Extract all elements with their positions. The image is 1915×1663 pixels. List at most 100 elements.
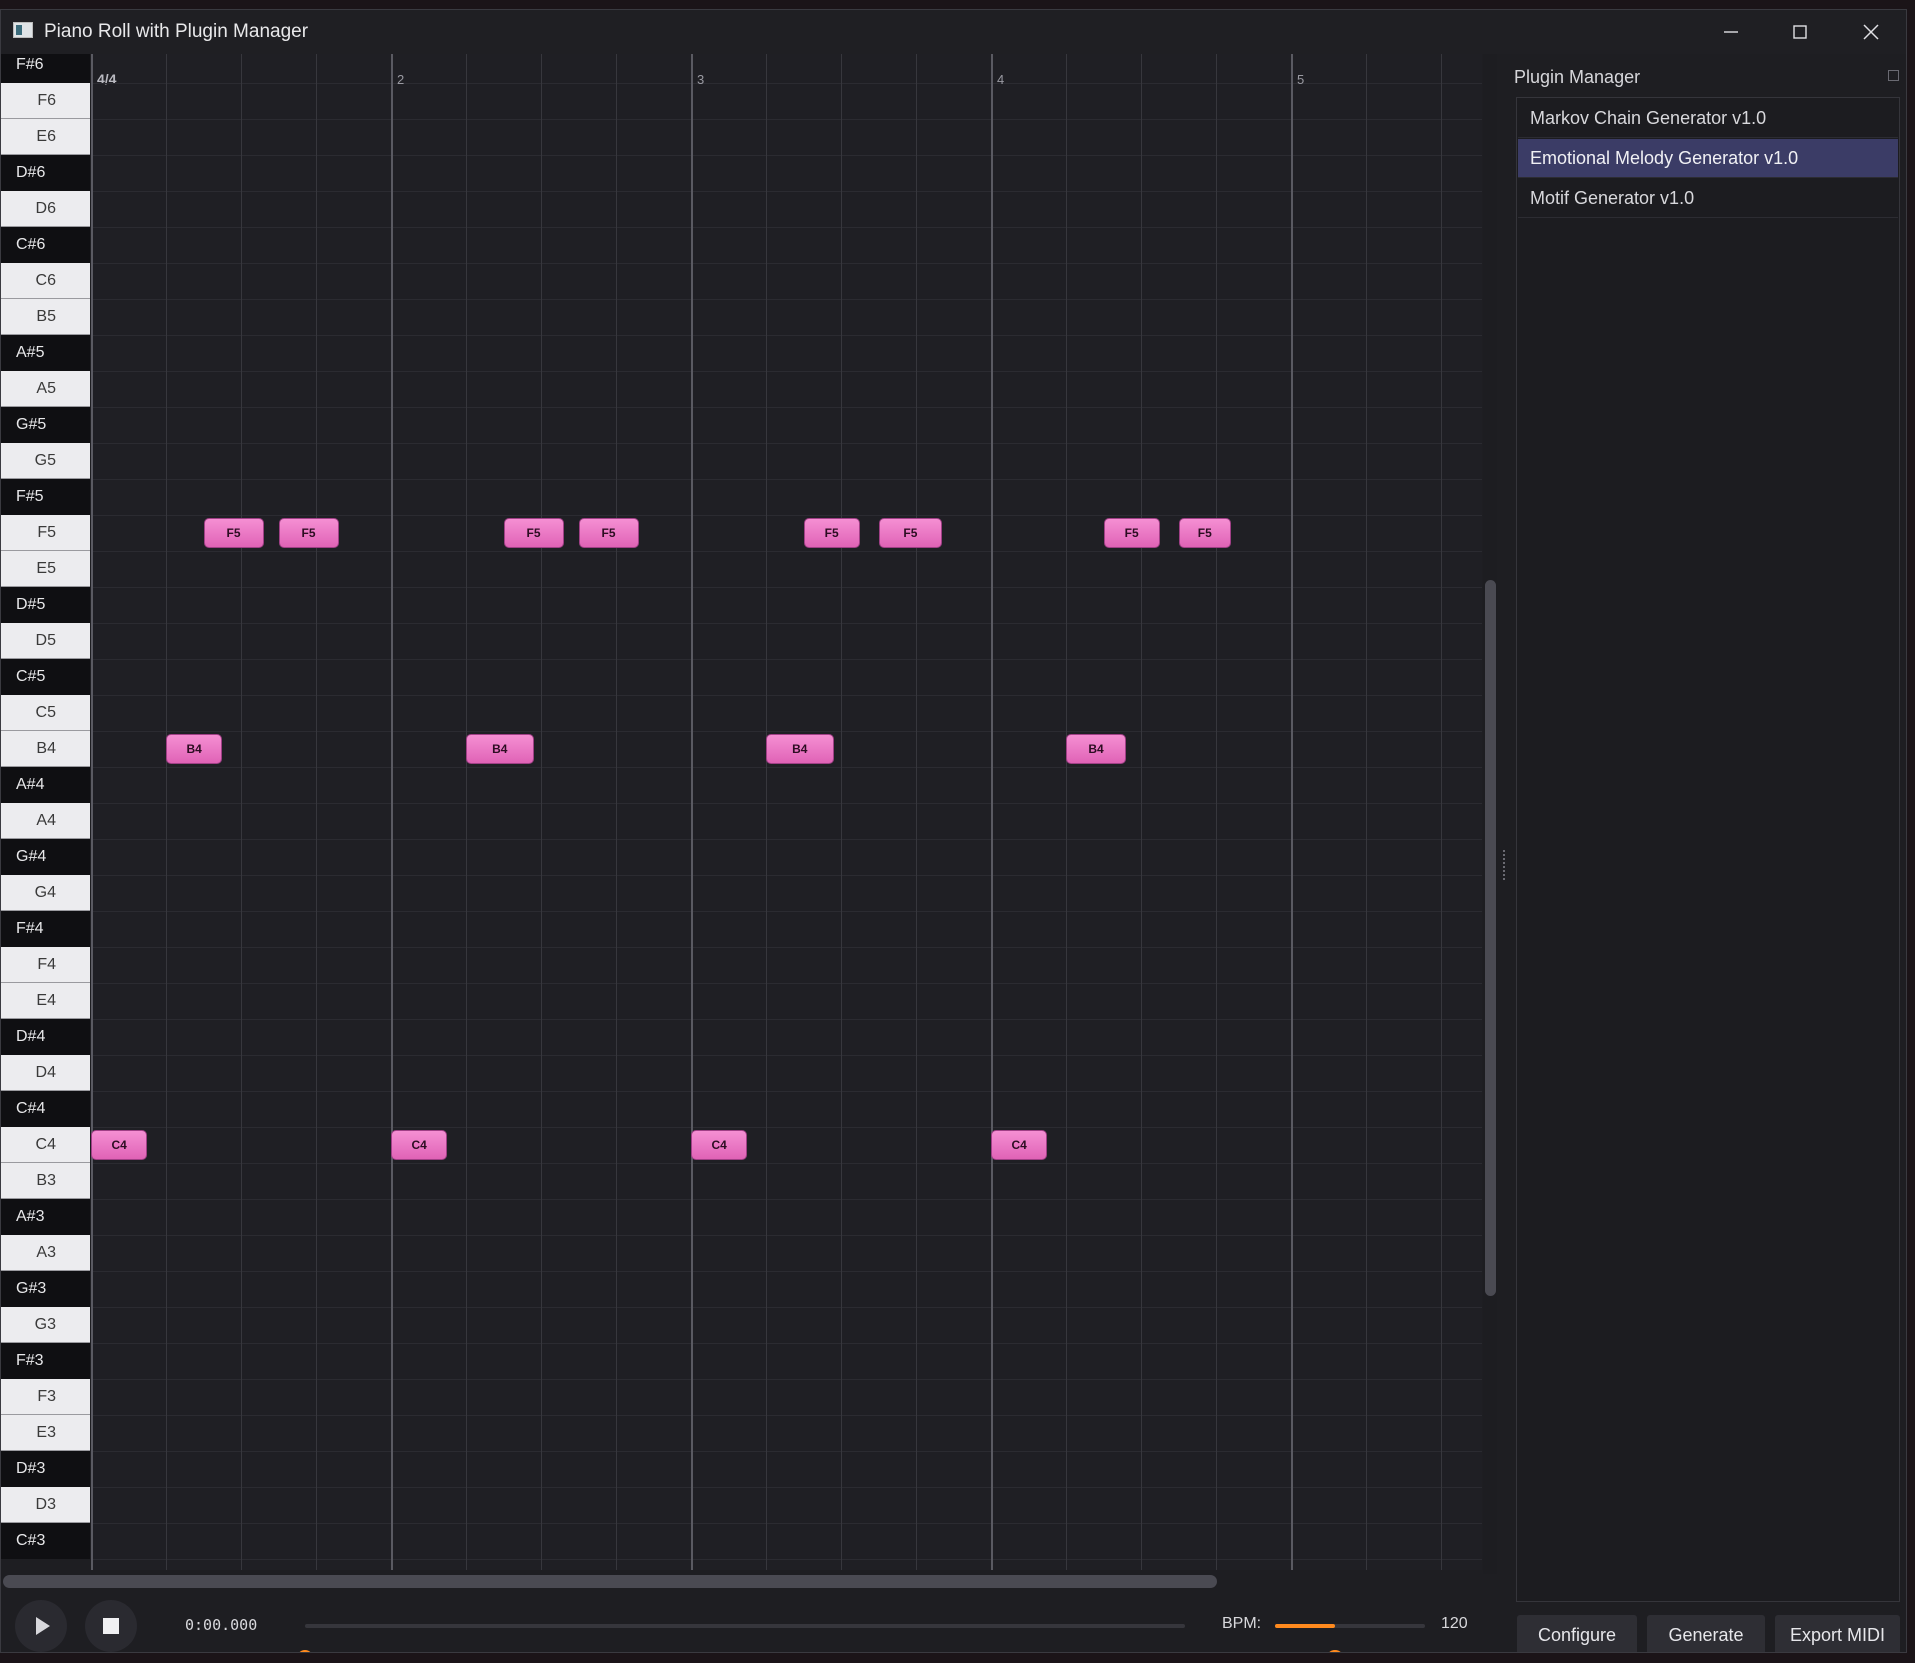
piano-key-csharp5[interactable]: C#5 <box>1 659 90 695</box>
piano-key-e4[interactable]: E4 <box>1 983 90 1019</box>
position-slider[interactable] <box>297 1624 1185 1652</box>
piano-key-a3[interactable]: A3 <box>1 1235 90 1271</box>
midi-note[interactable]: F5 <box>878 518 943 548</box>
piano-key-gsharp5[interactable]: G#5 <box>1 407 90 443</box>
bpm-value: 120 <box>1441 1615 1468 1632</box>
piano-key-g4[interactable]: G4 <box>1 875 90 911</box>
piano-key-a5[interactable]: A5 <box>1 371 90 407</box>
position-slider-handle[interactable] <box>297 1650 313 1652</box>
configure-button[interactable]: Configure <box>1517 1615 1637 1652</box>
piano-key-c5[interactable]: C5 <box>1 695 90 731</box>
piano-key-g5[interactable]: G5 <box>1 443 90 479</box>
midi-note[interactable]: C4 <box>391 1130 448 1160</box>
time-display: 0:00.000 <box>185 1616 258 1634</box>
bpm-slider-handle[interactable] <box>1326 1650 1344 1652</box>
midi-note[interactable]: C4 <box>691 1130 748 1160</box>
midi-note[interactable]: B4 <box>166 734 223 764</box>
piano-key-gsharp3[interactable]: G#3 <box>1 1271 90 1307</box>
piano-key-fsharp5[interactable]: F#5 <box>1 479 90 515</box>
grid-row-line <box>91 1235 1482 1236</box>
piano-key-asharp5[interactable]: A#5 <box>1 335 90 371</box>
piano-key-dsharp3[interactable]: D#3 <box>1 1451 90 1487</box>
piano-key-d6[interactable]: D6 <box>1 191 90 227</box>
piano-key-f5[interactable]: F5 <box>1 515 90 551</box>
plugin-list-item[interactable]: Emotional Melody Generator v1.0 <box>1518 139 1898 178</box>
close-button[interactable] <box>1841 10 1901 54</box>
midi-note[interactable]: F5 <box>803 518 860 548</box>
piano-key-e5[interactable]: E5 <box>1 551 90 587</box>
bpm-slider[interactable] <box>1275 1624 1425 1652</box>
bar-number: 3 <box>697 72 705 87</box>
piano-key-fsharp4[interactable]: F#4 <box>1 911 90 947</box>
plugin-list-item[interactable]: Motif Generator v1.0 <box>1518 179 1898 218</box>
midi-note[interactable]: C4 <box>91 1130 148 1160</box>
plugin-list-item[interactable]: Markov Chain Generator v1.0 <box>1518 99 1898 138</box>
stop-button[interactable] <box>85 1600 137 1652</box>
grid-row-line <box>91 443 1482 444</box>
midi-note[interactable]: F5 <box>203 518 264 548</box>
horizontal-scrollbar-thumb[interactable] <box>3 1575 1217 1588</box>
midi-note[interactable]: B4 <box>466 734 534 764</box>
piano-key-csharp6[interactable]: C#6 <box>1 227 90 263</box>
bar-line <box>691 54 693 1570</box>
piano-key-dsharp4[interactable]: D#4 <box>1 1019 90 1055</box>
piano-key-csharp3[interactable]: C#3 <box>1 1523 90 1559</box>
piano-key-fsharp6[interactable]: F#6 <box>1 54 90 83</box>
beat-line <box>1441 54 1442 1570</box>
piano-key-e6[interactable]: E6 <box>1 119 90 155</box>
bar-number: 5 <box>1297 72 1305 87</box>
piano-key-e3[interactable]: E3 <box>1 1415 90 1451</box>
piano-key-b5[interactable]: B5 <box>1 299 90 335</box>
app-icon <box>13 22 33 38</box>
bpm-slider-fill <box>1275 1624 1335 1628</box>
piano-key-a4[interactable]: A4 <box>1 803 90 839</box>
piano-key-dsharp5[interactable]: D#5 <box>1 587 90 623</box>
piano-key-f6[interactable]: F6 <box>1 83 90 119</box>
midi-note[interactable]: C4 <box>991 1130 1048 1160</box>
midi-note[interactable]: F5 <box>503 518 564 548</box>
grid-row-line <box>91 695 1482 696</box>
vertical-scrollbar-thumb[interactable] <box>1485 580 1496 1296</box>
maximize-button[interactable] <box>1770 10 1830 54</box>
piano-key-asharp3[interactable]: A#3 <box>1 1199 90 1235</box>
grid-row-line <box>91 659 1482 660</box>
piano-key-gsharp4[interactable]: G#4 <box>1 839 90 875</box>
play-button[interactable] <box>15 1600 67 1652</box>
grid-row-line <box>91 155 1482 156</box>
midi-note[interactable]: B4 <box>1066 734 1126 764</box>
piano-roll-grid[interactable]: 4/4 2 3 4 5 C4 B4 F5 F5 C4 B4 F5 F5 C4 B4 F5 F5 C4 B4 F5 F5 <box>91 54 1482 1570</box>
midi-note[interactable]: F5 <box>578 518 639 548</box>
export-midi-button[interactable]: Export MIDI <box>1775 1615 1900 1652</box>
midi-note[interactable]: B4 <box>766 734 834 764</box>
beat-line <box>1216 54 1217 1570</box>
beat-line <box>466 54 467 1570</box>
piano-key-b3[interactable]: B3 <box>1 1163 90 1199</box>
piano-key-d3[interactable]: D3 <box>1 1487 90 1523</box>
close-icon <box>1863 24 1879 40</box>
piano-keyboard: F#6 F6 E6 D#6 D6 C#6 C6 B5 A#5 A5 G#5 G5 F#5 F5 E5 D#5 D… <box>1 54 90 1570</box>
grid-row-line <box>91 83 1482 84</box>
bar-line <box>91 54 93 1570</box>
piano-key-f4[interactable]: F4 <box>1 947 90 983</box>
piano-key-c4[interactable]: C4 <box>1 1127 90 1163</box>
midi-note[interactable]: F5 <box>1103 518 1160 548</box>
generate-button[interactable]: Generate <box>1647 1615 1765 1652</box>
piano-key-c6[interactable]: C6 <box>1 263 90 299</box>
plugin-list: Markov Chain Generator v1.0 Emotional Mel… <box>1516 97 1900 1602</box>
piano-key-asharp4[interactable]: A#4 <box>1 767 90 803</box>
piano-key-dsharp6[interactable]: D#6 <box>1 155 90 191</box>
midi-note[interactable]: F5 <box>1178 518 1231 548</box>
piano-key-d4[interactable]: D4 <box>1 1055 90 1091</box>
float-panel-icon[interactable] <box>1888 70 1899 81</box>
grid-row-line <box>91 1163 1482 1164</box>
piano-key-csharp4[interactable]: C#4 <box>1 1091 90 1127</box>
piano-key-fsharp3[interactable]: F#3 <box>1 1343 90 1379</box>
beat-line <box>1366 54 1367 1570</box>
piano-key-f3[interactable]: F3 <box>1 1379 90 1415</box>
midi-note[interactable]: F5 <box>278 518 339 548</box>
piano-key-b4[interactable]: B4 <box>1 731 90 767</box>
minimize-button[interactable] <box>1701 10 1761 54</box>
piano-key-d5[interactable]: D5 <box>1 623 90 659</box>
panel-splitter-handle[interactable] <box>1503 850 1506 880</box>
piano-key-g3[interactable]: G3 <box>1 1307 90 1343</box>
